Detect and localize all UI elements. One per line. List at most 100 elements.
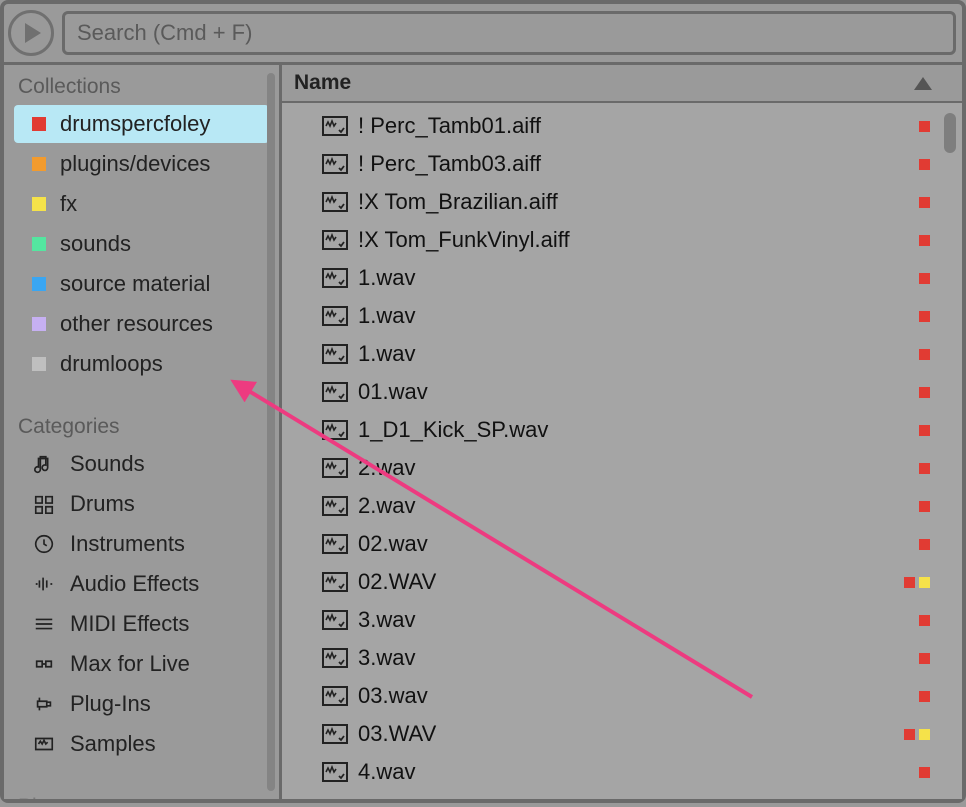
collection-label: drumloops (60, 351, 163, 377)
collections-heading: Collections (4, 71, 279, 105)
file-row[interactable]: 3.wav (282, 639, 962, 677)
file-name: 01.wav (358, 379, 909, 405)
file-row[interactable]: 2.wav (282, 487, 962, 525)
color-swatch-icon (32, 237, 46, 251)
file-row[interactable]: !X Tom_Brazilian.aiff (282, 183, 962, 221)
color-swatch-icon (32, 277, 46, 291)
file-row[interactable]: 2.wav (282, 449, 962, 487)
file-row[interactable]: 4.wav (282, 791, 962, 799)
file-tags (919, 767, 930, 778)
file-name: !X Tom_Brazilian.aiff (358, 189, 909, 215)
audio-file-icon (322, 420, 348, 440)
category-label: Max for Live (70, 651, 190, 677)
collection-item[interactable]: drumloops (14, 345, 269, 383)
collection-item[interactable]: drumspercfoley (14, 105, 269, 143)
file-name: 3.wav (358, 607, 909, 633)
play-button[interactable] (8, 10, 54, 56)
collection-label: other resources (60, 311, 213, 337)
category-item[interactable]: Instruments (14, 525, 269, 563)
category-label: Sounds (70, 451, 145, 477)
category-item[interactable]: Samples (14, 725, 269, 763)
category-label: Samples (70, 731, 156, 757)
file-tags (919, 121, 930, 132)
category-item[interactable]: MIDI Effects (14, 605, 269, 643)
main-panel: Name ! Perc_Tamb01.aiff! Perc_Tamb03.aif… (282, 65, 962, 799)
file-row[interactable]: 01.wav (282, 373, 962, 411)
file-name: 1_D1_Kick_SP.wav (358, 417, 909, 443)
file-tags (919, 539, 930, 550)
collection-item[interactable]: plugins/devices (14, 145, 269, 183)
collection-item[interactable]: sounds (14, 225, 269, 263)
audio-file-icon (322, 648, 348, 668)
file-name: !X Tom_FunkVinyl.aiff (358, 227, 909, 253)
category-item[interactable]: Audio Effects (14, 565, 269, 603)
audio-file-icon (322, 116, 348, 136)
file-name: 03.WAV (358, 721, 894, 747)
tag-swatch-icon (919, 691, 930, 702)
file-name: 02.wav (358, 531, 909, 557)
tag-swatch-icon (919, 425, 930, 436)
file-row[interactable]: ! Perc_Tamb01.aiff (282, 107, 962, 145)
play-icon (25, 23, 41, 43)
file-row[interactable]: 02.wav (282, 525, 962, 563)
file-row[interactable]: 4.wav (282, 753, 962, 791)
app-window: Collections drumspercfoley plugins/device… (0, 0, 966, 803)
file-row[interactable]: 3.wav (282, 601, 962, 639)
instruments-icon (32, 533, 56, 555)
tag-swatch-icon (919, 121, 930, 132)
sidebar-scrollbar[interactable] (267, 73, 275, 791)
search-input[interactable] (62, 11, 956, 55)
column-header[interactable]: Name (282, 65, 962, 103)
color-swatch-icon (32, 317, 46, 331)
collection-item[interactable]: source material (14, 265, 269, 303)
collection-label: fx (60, 191, 77, 217)
audio-file-icon (322, 724, 348, 744)
tag-swatch-icon (904, 729, 915, 740)
file-tags (919, 691, 930, 702)
file-row[interactable]: 1_D1_Kick_SP.wav (282, 411, 962, 449)
file-tags (919, 197, 930, 208)
file-row[interactable]: 1.wav (282, 259, 962, 297)
tag-swatch-icon (919, 615, 930, 626)
category-item[interactable]: Plug-Ins (14, 685, 269, 723)
file-row[interactable]: 02.WAV (282, 563, 962, 601)
file-tags (904, 577, 930, 588)
file-tags (919, 425, 930, 436)
file-row[interactable]: !X Tom_FunkVinyl.aiff (282, 221, 962, 259)
color-swatch-icon (32, 197, 46, 211)
audio-file-icon (322, 496, 348, 516)
file-tags (919, 235, 930, 246)
tag-swatch-icon (919, 653, 930, 664)
file-row[interactable]: 1.wav (282, 335, 962, 373)
file-row[interactable]: 03.WAV (282, 715, 962, 753)
collection-label: source material (60, 271, 210, 297)
color-swatch-icon (32, 117, 46, 131)
tag-swatch-icon (919, 463, 930, 474)
audiofx-icon (32, 573, 56, 595)
collection-label: plugins/devices (60, 151, 210, 177)
file-name: 1.wav (358, 341, 909, 367)
tag-swatch-icon (919, 159, 930, 170)
file-name: 3.wav (358, 645, 909, 671)
file-tags (919, 273, 930, 284)
file-tags (919, 387, 930, 398)
collection-item[interactable]: fx (14, 185, 269, 223)
file-name: 1.wav (358, 303, 909, 329)
tag-swatch-icon (919, 273, 930, 284)
audio-file-icon (322, 154, 348, 174)
category-item[interactable]: Sounds (14, 445, 269, 483)
sidebar: Collections drumspercfoley plugins/device… (4, 65, 282, 799)
category-item[interactable]: Drums (14, 485, 269, 523)
file-row[interactable]: 03.wav (282, 677, 962, 715)
file-tags (919, 463, 930, 474)
drums-icon (32, 493, 56, 515)
category-label: Audio Effects (70, 571, 199, 597)
category-item[interactable]: Max for Live (14, 645, 269, 683)
file-row[interactable]: 1.wav (282, 297, 962, 335)
file-row[interactable]: ! Perc_Tamb03.aiff (282, 145, 962, 183)
body: Collections drumspercfoley plugins/device… (4, 62, 962, 799)
tag-swatch-icon (919, 501, 930, 512)
collection-item[interactable]: other resources (14, 305, 269, 343)
tag-swatch-icon (919, 577, 930, 588)
file-name: 2.wav (358, 493, 909, 519)
